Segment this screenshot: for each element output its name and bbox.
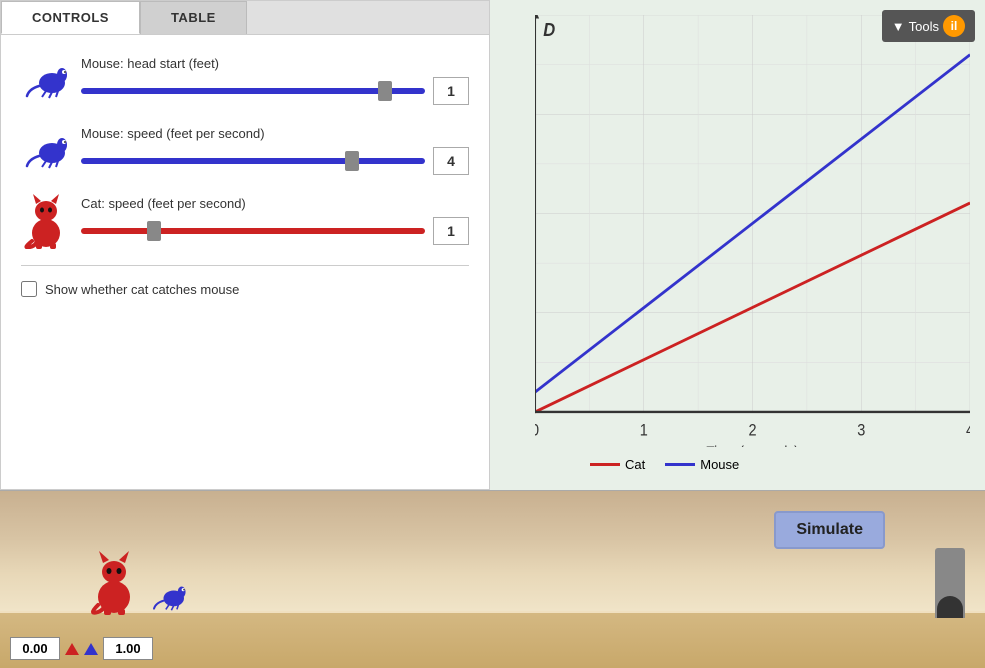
controls-content: Mouse: head start (feet) 1: [1, 35, 489, 489]
tools-triangle-icon: ▼: [892, 19, 905, 34]
legend-cat-label: Cat: [625, 457, 645, 472]
tab-table[interactable]: TABLE: [140, 1, 247, 34]
checkbox-row: Show whether cat catches mouse: [21, 281, 469, 297]
svg-text:4: 4: [966, 422, 970, 440]
legend: Cat Mouse: [535, 452, 970, 480]
divider: [21, 265, 469, 266]
mouse-icon-blue-2: [21, 125, 71, 175]
mouse-hole: [937, 596, 963, 618]
cat-position-triangle: [65, 643, 79, 655]
svg-text:D: D: [543, 19, 555, 40]
tabs: CONTROLS TABLE: [1, 1, 489, 35]
cat-animation-icon: [88, 547, 140, 620]
mouse-icon-blue: [21, 55, 71, 105]
cat-icon-red: [21, 195, 71, 245]
simulate-button[interactable]: Simulate: [774, 511, 885, 549]
cat-speed-slider[interactable]: [81, 228, 425, 234]
mouse-headstart-value: 1: [433, 77, 469, 105]
mouse-animation-icon: [150, 581, 188, 616]
background-wall: [0, 491, 985, 611]
svg-text:3: 3: [857, 422, 865, 440]
mouse-position-triangle: [84, 643, 98, 655]
svg-text:0: 0: [535, 422, 539, 440]
legend-cat-line: [590, 463, 620, 466]
mouse-headstart-slider[interactable]: [81, 88, 425, 94]
main-container: CONTROLS TABLE: [0, 0, 985, 668]
mouse-speed-slider[interactable]: [81, 158, 425, 164]
checkbox-label[interactable]: Show whether cat catches mouse: [45, 282, 239, 297]
mouse-position-display: 1.00: [103, 637, 153, 660]
cat-position-display: 0.00: [10, 637, 60, 660]
mouse-speed-slider-row: 4: [81, 147, 469, 175]
mouse-headstart-label: Mouse: head start (feet): [81, 56, 469, 71]
mouse-speed-group: Mouse: speed (feet per second) 4: [81, 126, 469, 175]
legend-mouse-label: Mouse: [700, 457, 739, 472]
svg-text:2: 2: [748, 422, 756, 440]
mouse-headstart-slider-row: 1: [81, 77, 469, 105]
cat-speed-group: Cat: speed (feet per second) 1: [81, 196, 469, 245]
cat-speed-label: Cat: speed (feet per second): [81, 196, 469, 211]
cat-speed-slider-row: 1: [81, 217, 469, 245]
legend-cat: Cat: [590, 457, 645, 472]
position-displays: 0.00 1.00: [10, 637, 153, 660]
mouse-speed-value: 4: [433, 147, 469, 175]
graph-svg: 0 5 10 15 20 0 1 2 3 4 Time (seconds): [535, 15, 970, 447]
mouse-headstart-row: Mouse: head start (feet) 1: [21, 55, 469, 105]
catch-checkbox[interactable]: [21, 281, 37, 297]
mouse-headstart-slider-container: [81, 81, 425, 101]
tab-controls[interactable]: CONTROLS: [1, 1, 140, 34]
cat-speed-row: Cat: speed (feet per second) 1: [21, 195, 469, 245]
top-area: CONTROLS TABLE: [0, 0, 985, 490]
legend-mouse: Mouse: [665, 457, 739, 472]
mouse-speed-row: Mouse: speed (feet per second) 4: [21, 125, 469, 175]
legend-mouse-line: [665, 463, 695, 466]
mouse-speed-slider-container: [81, 151, 425, 171]
right-panel: ▼ Tools il 📷 Distance from starting line…: [490, 0, 985, 490]
tools-label: Tools: [909, 19, 939, 34]
svg-text:Time (seconds): Time (seconds): [706, 444, 798, 447]
cat-speed-slider-container: [81, 221, 425, 241]
tools-il-icon: il: [943, 15, 965, 37]
bottom-area: Simulate: [0, 490, 985, 668]
tools-button[interactable]: ▼ Tools il: [882, 10, 975, 42]
mouse-speed-label: Mouse: speed (feet per second): [81, 126, 469, 141]
svg-text:1: 1: [640, 422, 648, 440]
cat-speed-value: 1: [433, 217, 469, 245]
mouse-headstart-group: Mouse: head start (feet) 1: [81, 56, 469, 105]
left-panel: CONTROLS TABLE: [0, 0, 490, 490]
